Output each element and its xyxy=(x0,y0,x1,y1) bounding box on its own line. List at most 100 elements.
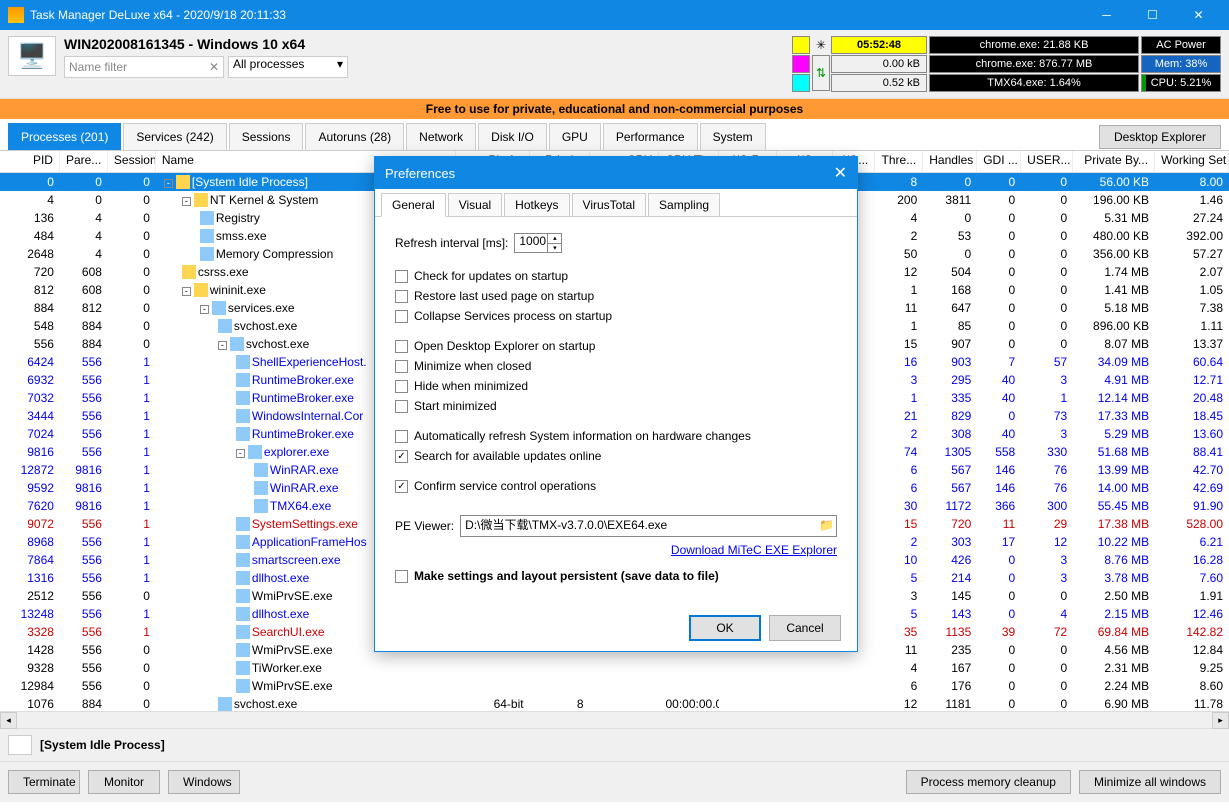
dialog-tab-hotkeys[interactable]: Hotkeys xyxy=(504,193,569,216)
minimize-all-button[interactable]: Minimize all windows xyxy=(1079,770,1221,794)
status-bar: [System Idle Process] xyxy=(0,728,1229,761)
refresh-interval-input[interactable]: 1000▴▾ xyxy=(514,233,562,253)
minimize-closed-checkbox[interactable] xyxy=(395,360,408,373)
tree-expander[interactable]: - xyxy=(218,341,227,350)
tab-gpu[interactable]: GPU xyxy=(549,123,601,150)
terminate-button[interactable]: Terminate xyxy=(8,770,80,794)
tab-network[interactable]: Network xyxy=(406,123,476,150)
dialog-tab-virustotal[interactable]: VirusTotal xyxy=(572,193,646,216)
column-header[interactable]: Working Set xyxy=(1155,151,1229,172)
process-icon xyxy=(236,517,250,531)
process-row[interactable]: 129845560WmiPrvSE.exe6176002.24 MB8.60 xyxy=(0,677,1229,695)
column-header[interactable]: Pare... xyxy=(60,151,108,172)
tab-processes-[interactable]: Processes (201) xyxy=(8,123,121,150)
process-icon xyxy=(8,735,32,755)
tree-expander[interactable]: - xyxy=(164,179,173,188)
maximize-button[interactable]: ☐ xyxy=(1130,0,1175,30)
process-icon xyxy=(236,625,250,639)
monitor-button[interactable]: Monitor xyxy=(88,770,160,794)
scroll-left-button[interactable]: ◂ xyxy=(0,712,17,729)
browse-icon[interactable]: 📁 xyxy=(819,518,834,532)
search-updates-checkbox[interactable]: ✓ xyxy=(395,450,408,463)
horizontal-scrollbar[interactable]: ◂ ▸ xyxy=(0,711,1229,728)
tree-expander[interactable]: - xyxy=(236,449,245,458)
column-header[interactable]: PID xyxy=(0,151,60,172)
stat-cpu: CPU: 5.21% xyxy=(1141,74,1221,92)
process-icon xyxy=(236,391,250,405)
download-exe-explorer-link[interactable]: Download MiTeC EXE Explorer xyxy=(671,543,837,557)
memory-cleanup-button[interactable]: Process memory cleanup xyxy=(906,770,1071,794)
process-icon xyxy=(236,643,250,657)
process-icon xyxy=(236,373,250,387)
hide-minimized-checkbox[interactable] xyxy=(395,380,408,393)
stat-square-yellow xyxy=(792,36,810,54)
process-icon xyxy=(236,535,250,549)
pe-viewer-input[interactable]: D:\微当下载\TMX-v3.7.0.0\EXE64.exe📁 xyxy=(460,515,837,537)
windows-button[interactable]: Windows xyxy=(168,770,240,794)
collapse-services-checkbox[interactable] xyxy=(395,310,408,323)
process-icon xyxy=(230,337,244,351)
stat-disk: chrome.exe: 21.88 KB xyxy=(929,36,1139,54)
stats-panel: ✳05:52:48 ⇅0.00 kB0.52 kB chrome.exe: 21… xyxy=(792,36,1221,92)
process-icon xyxy=(218,319,232,333)
column-header[interactable]: Private By... xyxy=(1073,151,1155,172)
stat-square-cyan xyxy=(792,74,810,92)
dialog-tabs: GeneralVisualHotkeysVirusTotalSampling xyxy=(375,189,857,217)
dialog-close-button[interactable]: ✕ xyxy=(834,163,847,183)
process-icon xyxy=(236,553,250,567)
process-icon xyxy=(236,661,250,675)
process-row[interactable]: 10768840svchost.exe64-bit800:00:00.03112… xyxy=(0,695,1229,711)
process-icon xyxy=(182,265,196,279)
column-header[interactable]: Thre... xyxy=(875,151,923,172)
process-icon xyxy=(176,175,190,189)
start-minimized-checkbox[interactable] xyxy=(395,400,408,413)
refresh-interval-label: Refresh interval [ms]: xyxy=(395,236,508,250)
tab-system[interactable]: System xyxy=(700,123,766,150)
tab-services-[interactable]: Services (242) xyxy=(123,123,226,150)
computer-name: WIN202008161345 - Windows 10 x64 xyxy=(64,36,784,52)
process-icon xyxy=(254,463,268,477)
stat-timer: 05:52:48 xyxy=(831,36,927,54)
tab-sessions[interactable]: Sessions xyxy=(229,123,304,150)
confirm-service-checkbox[interactable]: ✓ xyxy=(395,480,408,493)
minimize-button[interactable]: ─ xyxy=(1084,0,1129,30)
restore-page-checkbox[interactable] xyxy=(395,290,408,303)
cancel-button[interactable]: Cancel xyxy=(769,615,841,641)
license-banner: Free to use for private, educational and… xyxy=(0,99,1229,119)
toolbar: 🖥️ WIN202008161345 - Windows 10 x64 Name… xyxy=(0,30,1229,99)
dialog-tab-general[interactable]: General xyxy=(381,193,446,217)
process-icon xyxy=(236,571,250,585)
persist-settings-checkbox[interactable] xyxy=(395,570,408,583)
tab-performance[interactable]: Performance xyxy=(603,123,698,150)
scroll-right-button[interactable]: ▸ xyxy=(1212,712,1229,729)
tab-disk-i-o[interactable]: Disk I/O xyxy=(478,123,547,150)
desktop-explorer-button[interactable]: Desktop Explorer xyxy=(1099,125,1221,149)
column-header[interactable]: GDI ... xyxy=(977,151,1021,172)
ok-button[interactable]: OK xyxy=(689,615,761,641)
process-icon xyxy=(236,355,250,369)
auto-refresh-checkbox[interactable] xyxy=(395,430,408,443)
dialog-tab-visual[interactable]: Visual xyxy=(448,193,502,216)
open-explorer-checkbox[interactable] xyxy=(395,340,408,353)
close-button[interactable]: ✕ xyxy=(1176,0,1221,30)
tree-expander[interactable]: - xyxy=(182,287,191,296)
titlebar[interactable]: Task Manager DeLuxe x64 - 2020/9/18 20:1… xyxy=(0,0,1229,30)
process-icon xyxy=(200,211,214,225)
pe-viewer-label: PE Viewer: xyxy=(395,519,454,533)
process-icon xyxy=(200,247,214,261)
dialog-titlebar[interactable]: Preferences ✕ xyxy=(375,157,857,189)
check-updates-checkbox[interactable] xyxy=(395,270,408,283)
name-filter-input[interactable]: Name filter✕ xyxy=(64,56,224,78)
process-icon xyxy=(236,679,250,693)
dialog-tab-sampling[interactable]: Sampling xyxy=(648,193,720,216)
preferences-dialog: Preferences ✕ GeneralVisualHotkeysVirusT… xyxy=(374,156,858,652)
column-header[interactable]: Session xyxy=(108,151,156,172)
window-title: Task Manager DeLuxe x64 - 2020/9/18 20:1… xyxy=(30,8,1084,22)
tab-autoruns-[interactable]: Autoruns (28) xyxy=(305,123,404,150)
tree-expander[interactable]: - xyxy=(200,305,209,314)
column-header[interactable]: Handles xyxy=(923,151,977,172)
column-header[interactable]: USER... xyxy=(1021,151,1073,172)
process-row[interactable]: 93285560TiWorker.exe4167002.31 MB9.25 xyxy=(0,659,1229,677)
process-filter-select[interactable]: All processes xyxy=(228,56,348,78)
tree-expander[interactable]: - xyxy=(182,197,191,206)
